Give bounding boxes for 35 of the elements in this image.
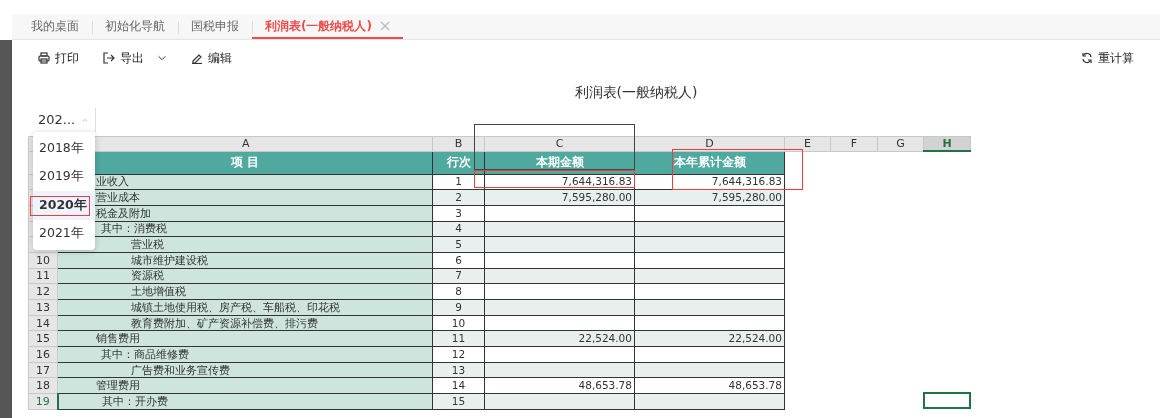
pencil-icon — [191, 52, 203, 64]
column-header[interactable]: C — [484, 136, 635, 151]
tab[interactable]: 国税申报 — [178, 14, 252, 39]
table-cell: 6 — [432, 252, 485, 269]
column-header[interactable]: H — [923, 136, 971, 151]
table-cell: 12 — [432, 346, 485, 363]
toolbar-button[interactable]: 打印 — [26, 47, 91, 69]
export-icon — [103, 52, 115, 64]
table-cell: 48,653.78 — [634, 377, 785, 394]
dropdown-option[interactable]: 2021年 — [33, 219, 95, 248]
toolbar-button[interactable]: 重计算 — [1069, 47, 1146, 69]
column-header[interactable]: E — [784, 136, 831, 151]
table-cell: 8 — [432, 283, 485, 300]
dropdown-option[interactable]: 2020年 — [33, 191, 95, 220]
report-title: 利润表(一般纳税人) — [574, 84, 698, 100]
refresh-icon — [1081, 52, 1093, 64]
toolbar-button[interactable]: 编辑 — [179, 47, 244, 69]
column-header[interactable]: D — [634, 136, 785, 151]
table-cell: 10 — [432, 315, 485, 331]
column-header[interactable]: F — [830, 136, 878, 151]
table-cell: 48,653.78 — [484, 377, 635, 394]
tab[interactable]: 我的桌面 — [18, 14, 92, 39]
table-cell: 7,644,316.83 — [484, 174, 635, 190]
column-header[interactable]: B — [432, 136, 485, 151]
table-cell: 14 — [432, 377, 485, 394]
tab[interactable]: 初始化导航 — [92, 14, 178, 39]
printer-icon — [38, 52, 50, 64]
selected-cell — [923, 392, 971, 409]
table-cell: 3 — [432, 205, 485, 222]
dropdown-option[interactable]: 2019年 — [33, 162, 95, 191]
column-header[interactable]: G — [877, 136, 924, 151]
table-cell: 1 — [432, 174, 485, 190]
highlight-box — [30, 196, 90, 216]
toolbar-button[interactable]: 导出 — [91, 47, 179, 69]
column-header[interactable]: A — [100, 136, 433, 151]
